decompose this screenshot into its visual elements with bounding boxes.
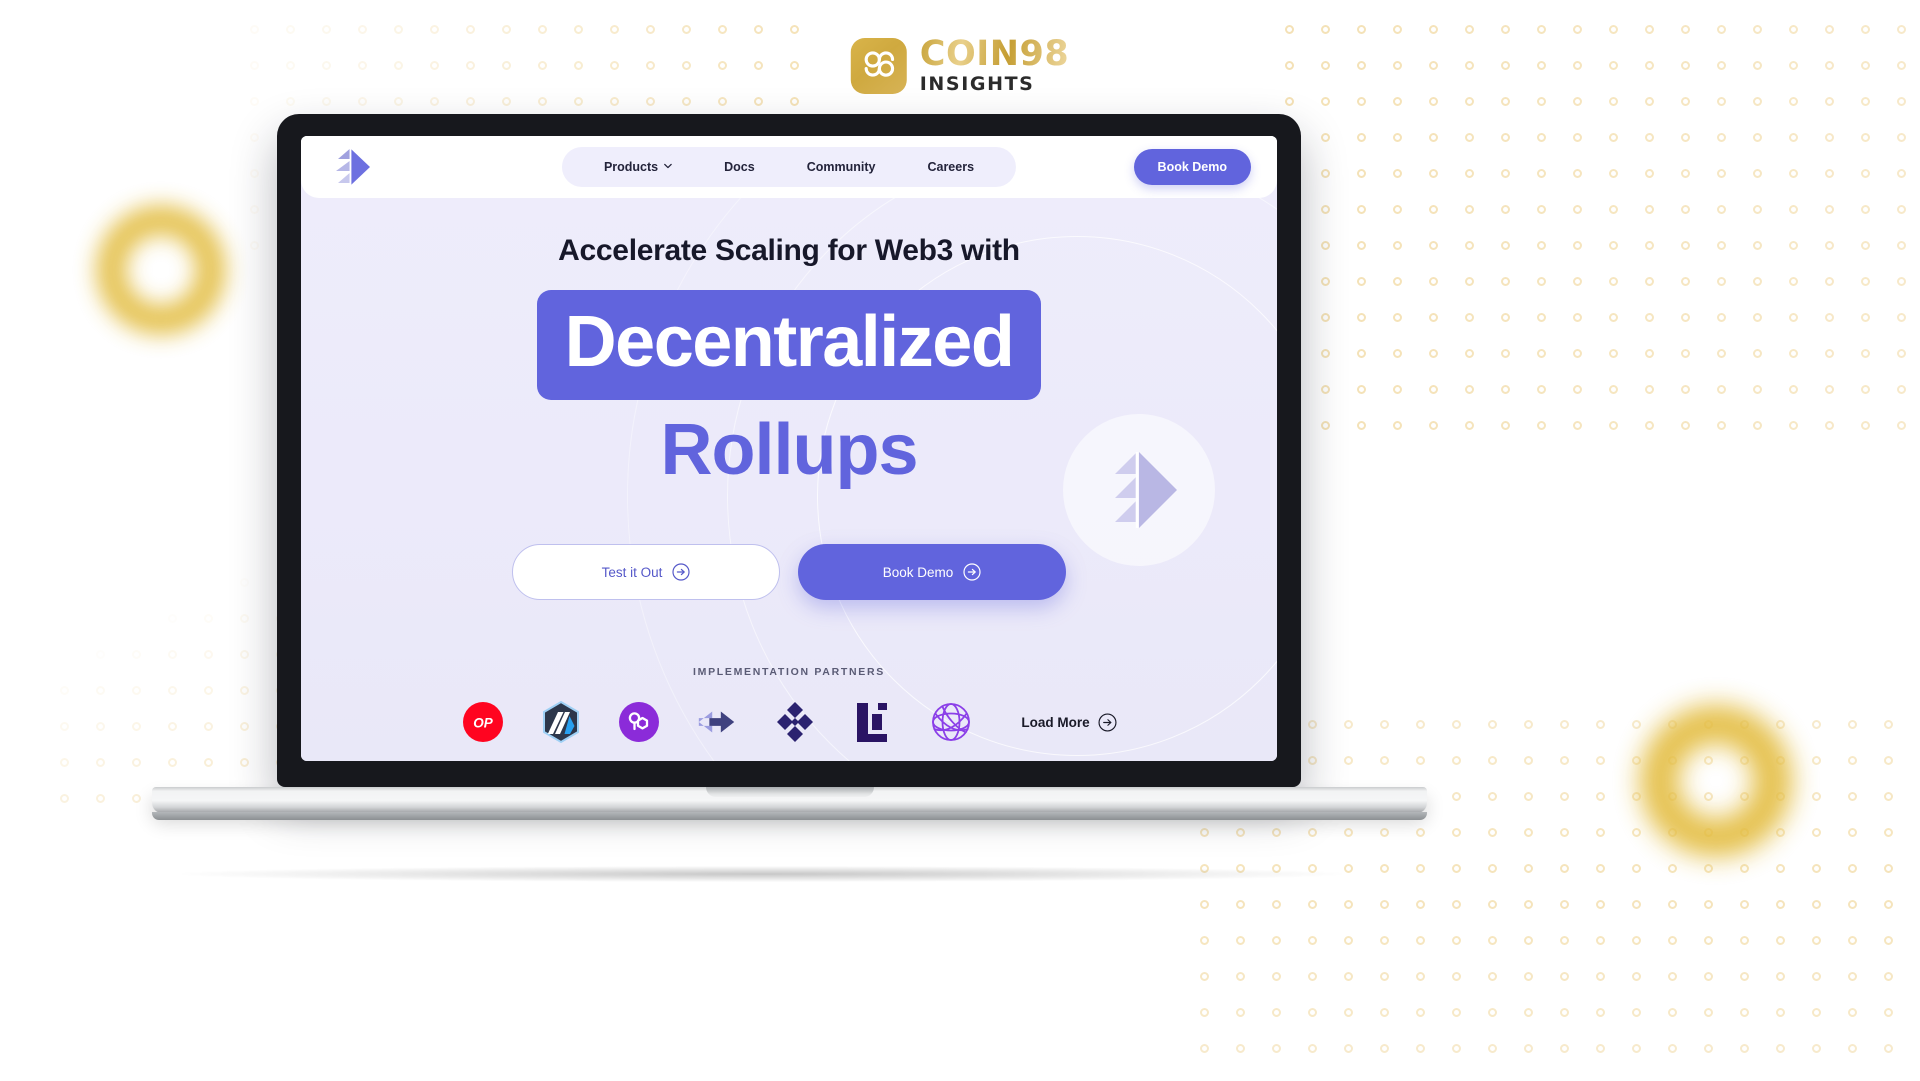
rollup-diamond-logo-icon[interactable] — [329, 146, 375, 188]
load-more-label: Load More — [1021, 714, 1090, 730]
hero-cta-row: Test it Out Book Demo — [301, 544, 1277, 600]
hero-book-demo-button[interactable]: Book Demo — [798, 544, 1066, 600]
nav-item-docs[interactable]: Docs — [698, 156, 781, 178]
laptop-lid: Products Docs Community Careers Book Dem… — [277, 114, 1301, 787]
load-more-button[interactable]: Load More — [1021, 712, 1117, 732]
website-viewport: Products Docs Community Careers Book Dem… — [301, 136, 1277, 761]
laptop-screen: Products Docs Community Careers Book Dem… — [301, 136, 1277, 761]
laptop-drop-shadow — [182, 866, 1342, 882]
brand-name: COIN98 — [919, 34, 1070, 74]
site-header: Products Docs Community Careers Book Dem… — [301, 136, 1277, 198]
arrow-right-circle-icon — [963, 563, 981, 581]
coin98-wordmark: COIN98 INSIGHTS — [920, 37, 1069, 94]
hero-headline-second-line: Rollups — [660, 410, 919, 490]
screenshot-canvas: COIN98 INSIGHTS Products Docs Community … — [0, 0, 1920, 1081]
test-it-out-button[interactable]: Test it Out — [512, 544, 780, 600]
arrow-right-circle-icon — [672, 563, 690, 581]
trackpad-notch — [705, 787, 874, 797]
nav-item-careers[interactable]: Careers — [901, 156, 1000, 178]
nav-item-label: Careers — [927, 160, 975, 174]
chevron-down-icon — [664, 163, 672, 169]
partner-logo-row: OP Load More — [301, 700, 1277, 744]
button-label: Book Demo — [882, 564, 954, 580]
button-label: Test it Out — [601, 564, 663, 580]
blocks-l-logo-icon[interactable] — [851, 700, 895, 744]
nav-item-products[interactable]: Products — [578, 156, 698, 178]
arrow-right-circle-icon — [1098, 712, 1117, 732]
brand-subtitle: INSIGHTS — [919, 73, 1035, 95]
gold-ring-decoration-right — [1640, 705, 1792, 857]
background-dot-pattern-top-right — [1285, 25, 1920, 457]
nav-item-community[interactable]: Community — [781, 156, 902, 178]
polygon-logo-icon[interactable] — [617, 700, 661, 744]
background-dot-pattern-bottom-right — [1200, 720, 1920, 1080]
laptop-mockup: Products Docs Community Careers Book Dem… — [152, 114, 1427, 820]
arbitrum-logo-icon[interactable] — [539, 700, 583, 744]
diamond-cluster-logo-icon[interactable] — [773, 700, 817, 744]
hero-eyebrow-text: Accelerate Scaling for Web3 with — [558, 234, 1020, 267]
hero-headline: Decentralized — [301, 290, 1277, 400]
gold-ring-decoration-left — [96, 205, 226, 335]
main-navigation: Products Docs Community Careers — [561, 147, 1017, 187]
connext-arrows-logo-icon[interactable] — [695, 700, 739, 744]
laptop-base-lip — [152, 812, 1427, 820]
coin98-insights-brand: COIN98 INSIGHTS — [850, 37, 1069, 94]
nav-item-label: Products — [603, 160, 659, 174]
coin98-logo-icon — [850, 37, 907, 94]
header-book-demo-button[interactable]: Book Demo — [1133, 149, 1251, 185]
hero-headline-highlight: Decentralized — [536, 290, 1042, 400]
hero-section: Accelerate Scaling for Web3 with Decentr… — [301, 198, 1277, 600]
optimism-logo-icon[interactable]: OP — [461, 700, 505, 744]
laptop-base — [152, 787, 1427, 820]
partners-label: IMPLEMENTATION PARTNERS — [693, 666, 885, 678]
globe-mesh-logo-icon[interactable] — [929, 700, 973, 744]
implementation-partners-section: IMPLEMENTATION PARTNERS OP Load More — [301, 666, 1277, 744]
nav-item-label: Docs — [724, 160, 755, 174]
svg-text:OP: OP — [474, 716, 495, 731]
nav-item-label: Community — [806, 160, 876, 174]
